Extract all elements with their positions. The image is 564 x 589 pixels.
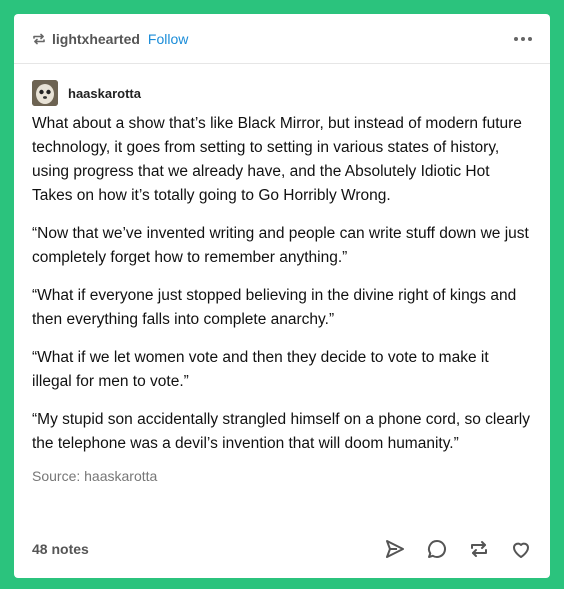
post-author: haaskarotta [14, 64, 550, 106]
avatar[interactable] [32, 80, 58, 106]
more-options-icon[interactable] [514, 31, 532, 47]
post-paragraph: “What if we let women vote and then they… [32, 349, 489, 390]
post-footer: 48 notes [14, 520, 550, 578]
post-source[interactable]: Source: haaskarotta [14, 468, 550, 484]
reblogger-username[interactable]: lightxhearted [52, 31, 140, 47]
post-paragraph: “Now that we’ve invented writing and peo… [32, 225, 529, 266]
send-icon[interactable] [384, 538, 406, 560]
post-paragraph: “What if everyone just stopped believing… [32, 287, 517, 328]
notes-count[interactable]: 48 notes [32, 541, 89, 557]
post-paragraph: “My stupid son accidentally strangled hi… [32, 411, 530, 452]
reply-icon[interactable] [426, 538, 448, 560]
post-actions [384, 538, 532, 560]
post-card: lightxhearted Follow haaskarotta What ab… [14, 14, 550, 578]
reblog-icon [32, 32, 46, 46]
follow-button[interactable]: Follow [148, 31, 188, 47]
author-username[interactable]: haaskarotta [68, 86, 141, 101]
post-body: What about a show that’s like Black Mirr… [14, 106, 550, 456]
reblog-icon[interactable] [468, 538, 490, 560]
post-paragraph: What about a show that’s like Black Mirr… [32, 115, 522, 204]
post-header: lightxhearted Follow [14, 14, 550, 64]
like-icon[interactable] [510, 538, 532, 560]
